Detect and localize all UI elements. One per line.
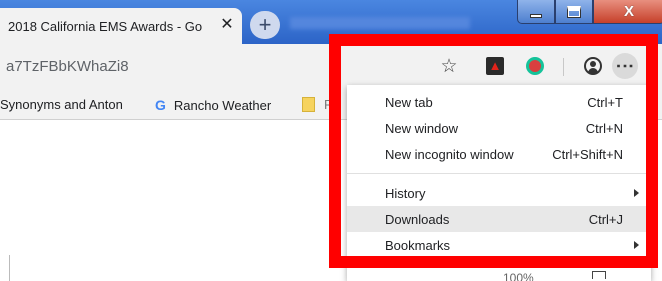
- new-tab-button[interactable]: +: [250, 11, 280, 39]
- minimize-icon: [530, 13, 542, 18]
- tab-close-icon[interactable]: ✕: [218, 16, 236, 34]
- minimize-button[interactable]: [517, 0, 555, 24]
- tab-title: 2018 California EMS Awards - Go: [8, 19, 203, 34]
- menu-item-shortcut: Ctrl+N: [585, 121, 623, 136]
- chrome-menu-button[interactable]: ⋮: [612, 53, 638, 79]
- bookmark-label: Rancho Weather: [173, 98, 272, 113]
- browser-tab[interactable]: 2018 California EMS Awards - Go ✕: [0, 8, 242, 44]
- menu-item-new-incognito-window[interactable]: New incognito window Ctrl+Shift+N: [347, 141, 651, 167]
- profile-button[interactable]: [582, 55, 604, 77]
- menu-item-label: Bookmarks: [385, 238, 451, 253]
- profile-icon: [584, 57, 602, 75]
- google-icon: G: [155, 97, 166, 113]
- menu-item-shortcut: Ctrl+T: [587, 95, 623, 110]
- menu-item-shortcut: Ctrl+Shift+N: [552, 147, 623, 162]
- menu-divider: [347, 173, 651, 174]
- more-vert-icon: ⋮: [615, 57, 635, 75]
- menu-item-label: Downloads: [385, 212, 450, 227]
- bookmark-rancho-weather[interactable]: G Rancho Weather: [155, 97, 271, 113]
- menu-item-bookmarks[interactable]: Bookmarks: [347, 232, 651, 258]
- maximize-button[interactable]: [555, 0, 593, 24]
- maximize-icon: [567, 5, 581, 18]
- browser-toolbar: a7TzFBbKWhaZi8 ☆ ▲ ⋮: [0, 44, 662, 88]
- grammarly-icon: [526, 57, 544, 75]
- title-bar: 2018 California EMS Awards - Go ✕ + X: [0, 0, 662, 44]
- close-icon: X: [623, 3, 634, 20]
- menu-item-new-tab[interactable]: New tab Ctrl+T: [347, 89, 651, 115]
- bookmark-synonyms[interactable]: Synonyms and Anton: [0, 97, 123, 112]
- blurred-window-title: [290, 17, 470, 29]
- window-controls: X: [517, 0, 662, 28]
- bookmark-star-icon[interactable]: ☆: [438, 55, 460, 77]
- fullscreen-icon[interactable]: [592, 271, 606, 279]
- menu-item-shortcut: Ctrl+J: [588, 212, 623, 227]
- pdf-icon: ▲: [486, 57, 504, 75]
- menu-item-label: New window: [385, 121, 458, 136]
- menu-item-history[interactable]: History: [347, 180, 651, 206]
- pdf-extension-button[interactable]: ▲: [484, 55, 506, 77]
- submenu-arrow-icon: [634, 241, 639, 249]
- bookmark-partial[interactable]: Re: [324, 97, 338, 112]
- menu-item-downloads[interactable]: Downloads Ctrl+J: [347, 206, 651, 232]
- grammarly-extension-button[interactable]: [524, 55, 546, 77]
- menu-item-label: History: [385, 186, 426, 201]
- submenu-arrow-icon: [634, 189, 639, 197]
- menu-item-label: New tab: [385, 95, 433, 110]
- toolbar-divider: [563, 58, 564, 76]
- menu-item-new-window[interactable]: New window Ctrl+N: [347, 115, 651, 141]
- chrome-main-menu: New tab Ctrl+T New window Ctrl+N New inc…: [347, 85, 651, 281]
- address-bar[interactable]: a7TzFBbKWhaZi8: [6, 58, 129, 75]
- bookmark-folder-icon[interactable]: [302, 97, 315, 112]
- zoom-level-partial: 100%: [503, 271, 534, 281]
- page-content-edge: [9, 255, 10, 281]
- close-window-button[interactable]: X: [593, 0, 662, 24]
- menu-item-label: New incognito window: [385, 147, 514, 162]
